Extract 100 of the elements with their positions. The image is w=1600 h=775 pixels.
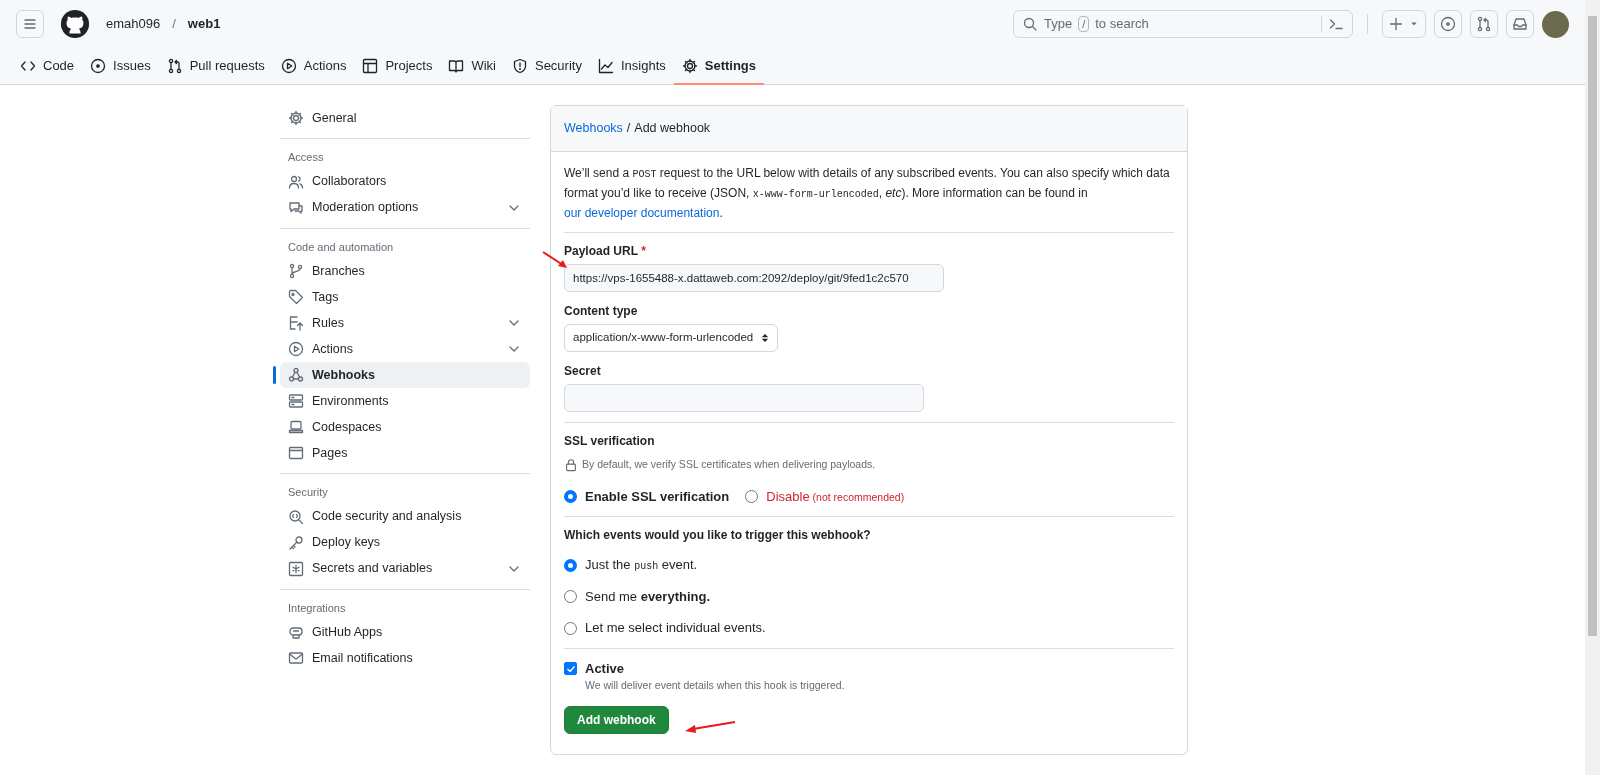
sidebar-item[interactable]: Rules [280, 310, 530, 336]
breadcrumb-separator: / [626, 120, 631, 138]
sort-arrows-icon [761, 333, 770, 343]
gear-icon [288, 110, 304, 126]
book-icon [448, 58, 465, 74]
help-text: By default, we verify SSL certificates when delivering payloads. [582, 457, 876, 472]
sidebar-item[interactable]: Actions [280, 336, 530, 362]
menu-icon [22, 16, 38, 32]
pull-request-icon [166, 58, 183, 74]
sidebar-item[interactable]: Pages [280, 440, 530, 466]
search-field[interactable]: Type / to search [1013, 10, 1353, 38]
checkbox[interactable] [564, 662, 577, 675]
cat-logo-icon[interactable] [60, 9, 90, 39]
radio-button[interactable] [564, 590, 577, 603]
shield-icon [511, 58, 528, 74]
repo-tab[interactable]: Settings [673, 48, 765, 84]
inbox-button[interactable] [1506, 10, 1534, 38]
box-arrow-icon [288, 315, 304, 331]
placeholder-text: to search [1095, 15, 1150, 34]
circle-dot-icon [90, 58, 107, 74]
radio-label[interactable]: Enable SSL verification [585, 486, 730, 507]
sidebar-item[interactable]: Environments [280, 388, 530, 414]
sidebar-item[interactable]: General [280, 105, 530, 131]
magnifier-icon [288, 508, 304, 525]
graph-icon [597, 58, 614, 74]
robot-icon [288, 624, 304, 640]
radio-button[interactable] [564, 558, 577, 572]
issues-button[interactable] [1434, 10, 1462, 38]
repo-tab[interactable]: Code [12, 48, 83, 84]
repo-tab[interactable]: Wiki [440, 48, 504, 84]
placeholder-text: Type [1044, 15, 1073, 34]
asterisk-icon [288, 560, 304, 577]
radio-label[interactable]: Just the push event. [585, 555, 698, 575]
keyboard-key: / [1078, 16, 1090, 32]
sidebar-item[interactable]: Code security and analysis [280, 503, 530, 530]
sidebar-item[interactable]: Collaborators [280, 168, 530, 195]
play-icon [288, 341, 304, 357]
radio-button[interactable] [564, 490, 577, 503]
section-heading: Access [287, 150, 325, 165]
plus-icon [1388, 16, 1404, 32]
repo-tab[interactable]: Projects [354, 48, 441, 84]
secret-input[interactable] [564, 384, 924, 412]
section-heading: Code and automation [287, 239, 395, 255]
help-text: We will deliver event details when this hook is triggered. [585, 678, 846, 694]
repo-tab[interactable]: Security [503, 48, 590, 84]
key-icon [288, 534, 304, 551]
avatar[interactable] [1542, 10, 1569, 38]
radio-label[interactable]: Let me select individual events. [585, 618, 766, 638]
people-icon [288, 173, 304, 190]
browser-window-icon [288, 445, 304, 461]
sidebar-item[interactable]: Codespaces [280, 414, 530, 440]
radio-button[interactable] [564, 621, 577, 635]
play-icon [280, 58, 297, 74]
content-type-select[interactable]: application/x-www-form-urlencoded [564, 324, 779, 352]
search-icon [1022, 16, 1038, 32]
laptop-icon [288, 419, 304, 435]
tick-icon [565, 663, 576, 674]
annotation-arrow [683, 719, 737, 735]
add-webhook-button[interactable]: Add webhook [564, 706, 669, 734]
page-title: Add webhook [634, 120, 711, 138]
speech-bubble-icon [288, 199, 304, 216]
menu-button[interactable] [16, 10, 44, 38]
repo-tab[interactable]: Actions [272, 48, 355, 84]
repo-owner-link[interactable]: emah096 [106, 14, 161, 34]
inbox-icon [1512, 16, 1528, 32]
radio-label[interactable]: Send me everything. [585, 586, 710, 607]
repo-tab[interactable]: Insights [589, 48, 674, 84]
section-title: SSL verification [564, 433, 656, 449]
gear-icon [681, 58, 698, 74]
branch-icon [288, 263, 304, 279]
sidebar-item[interactable]: Branches [280, 258, 530, 284]
sidebar-item[interactable]: Secrets and variables [280, 555, 530, 582]
field-label: Payload URL * [564, 243, 647, 259]
repo-tab[interactable]: Pull requests [158, 48, 273, 84]
mail-icon [288, 650, 304, 666]
create-new-button[interactable] [1382, 10, 1426, 38]
checkbox-label[interactable]: Active [585, 658, 625, 679]
path-separator: / [172, 15, 176, 34]
circle-dot-icon [1440, 16, 1456, 32]
section-title: Which events would you like to trigger this webhook? [564, 527, 872, 544]
sidebar-item[interactable]: Tags [280, 284, 530, 310]
repo-name-link[interactable]: web1 [187, 14, 221, 34]
pull-requests-button[interactable] [1470, 10, 1498, 38]
radio-label[interactable]: Disable (not recommended) [766, 486, 905, 507]
scrollbar[interactable] [1585, 0, 1600, 775]
intro-paragraph: We’ll send a POST request to the URL below with details of any subscribed events. You can also specify which data format you’d like to receive (JSON, x-www-form-urlencoded, etc). More information can be found in our developer documentation. [564, 165, 1171, 222]
url-input[interactable]: https://vps-1655488-x.dattaweb.com:2092/deploy/git/9fed1c2c570 [564, 264, 944, 292]
repo-tab[interactable]: Issues [82, 48, 159, 84]
tag-icon [288, 289, 304, 305]
sidebar-item[interactable]: Moderation options [280, 194, 530, 221]
sidebar-item[interactable]: Email notifications [280, 645, 530, 671]
sidebar-item[interactable]: Deploy keys [280, 529, 530, 556]
breadcrumb-link[interactable]: Webhooks [564, 119, 623, 138]
section-heading: Integrations [287, 600, 347, 616]
sidebar-item[interactable]: GitHub Apps [280, 619, 530, 645]
pull-request-icon [1476, 16, 1492, 32]
nodes-icon [288, 367, 304, 383]
lock-icon [564, 457, 578, 472]
radio-button[interactable] [745, 490, 759, 503]
command-palette-icon [1328, 16, 1344, 32]
